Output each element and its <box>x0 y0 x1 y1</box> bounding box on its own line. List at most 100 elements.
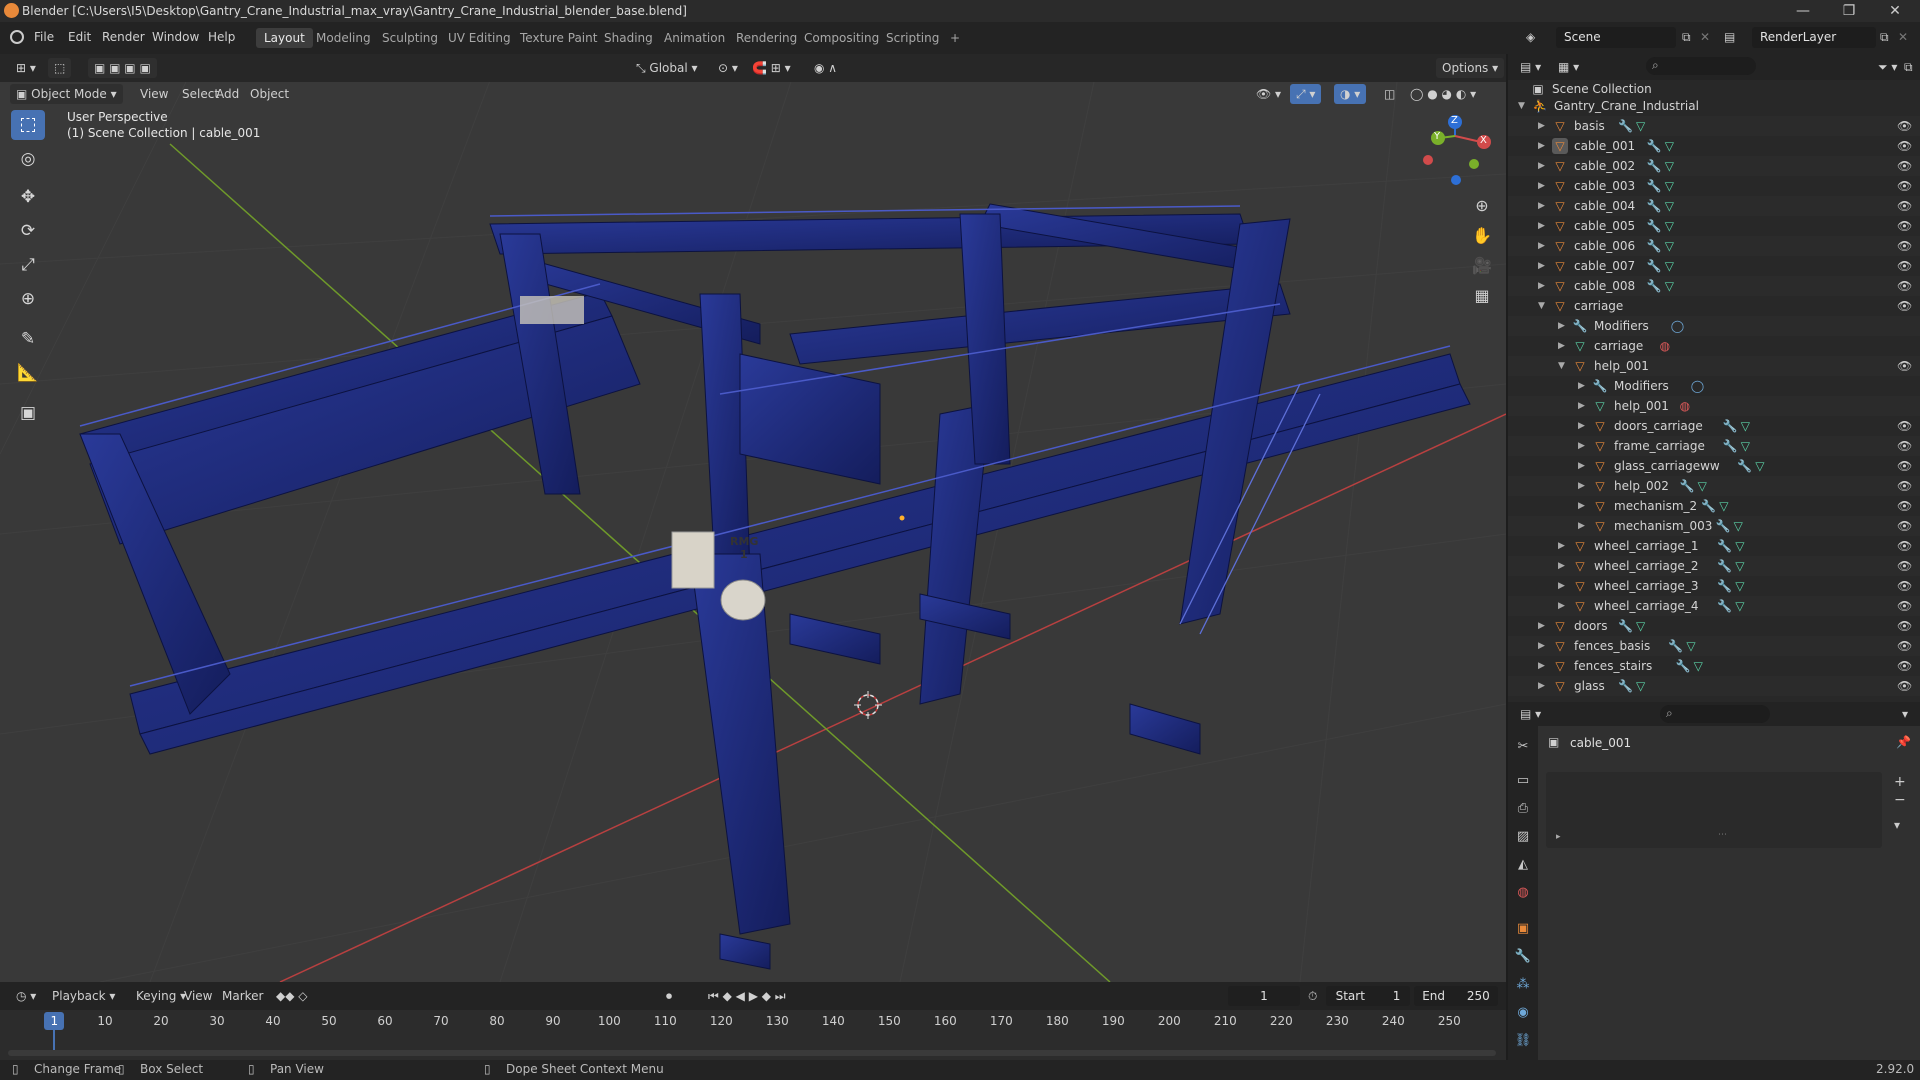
new-view-layer-icon[interactable]: ⧉ <box>1880 30 1889 45</box>
collapsed-arrow-icon[interactable]: ▶ <box>1538 636 1545 656</box>
collapsed-arrow-icon[interactable]: ▶ <box>1578 496 1585 516</box>
gizmo-toggle-icon[interactable]: ⤢ ▾ <box>1290 84 1322 104</box>
visibility-eye-icon[interactable]: 👁 <box>1897 676 1912 696</box>
expanded-arrow-icon[interactable]: ▼ <box>1558 356 1565 376</box>
tab-rendering[interactable]: Rendering <box>728 28 805 48</box>
collapsed-arrow-icon[interactable]: ▶ <box>1558 596 1565 616</box>
start-frame-field[interactable]: Start 1 <box>1326 986 1410 1006</box>
tab-output[interactable]: ⎙ <box>1512 798 1534 820</box>
outliner-row[interactable]: ▶ ▽ carriage ◍ <box>1508 336 1920 356</box>
outliner-row[interactable]: ▶ ▽ fences_stairs 🔧 ▽ 👁 <box>1508 656 1920 676</box>
proportional-edit-toggle[interactable]: ◉ ∧ <box>808 58 843 78</box>
modifier-wrench-icon[interactable]: 🔧 <box>1723 436 1738 456</box>
shading-modes-icons[interactable]: ◯ ● ◕ ◐ ▾ <box>1404 84 1482 104</box>
overlay-toggle-icon[interactable]: ◑ ▾ <box>1334 84 1367 104</box>
outliner-row[interactable]: ▶ ▽ cable_004 🔧 ▽ 👁 <box>1508 196 1920 216</box>
outliner-row[interactable]: ▶ 🔧 Modifiers ◯ <box>1508 376 1920 396</box>
mesh-data-icon[interactable]: ▽ <box>1665 276 1674 296</box>
options-dropdown[interactable]: Options ▾ <box>1436 58 1505 78</box>
visibility-eye-icon[interactable]: 👁 <box>1897 356 1912 376</box>
maximize-button[interactable]: ❐ <box>1826 0 1872 22</box>
select-mode-icons[interactable]: ▣ ▣ ▣ ▣ <box>88 58 157 78</box>
mesh-data-icon[interactable]: ▽ <box>1698 476 1707 496</box>
modifier-wrench-icon[interactable]: 🔧 <box>1647 256 1662 276</box>
modifier-wrench-icon[interactable]: 🔧 <box>1647 156 1662 176</box>
resize-handle-icon[interactable]: ⋯ <box>1718 830 1727 840</box>
gizmo-x-label[interactable]: X <box>1480 135 1487 146</box>
modifier-wrench-icon[interactable]: 🔧 <box>1716 516 1731 536</box>
outliner-row[interactable]: ▶ ▽ doors_carriage 🔧 ▽ 👁 <box>1508 416 1920 436</box>
record-icon[interactable]: ⏺ <box>660 986 678 1006</box>
mesh-data-icon[interactable]: ▽ <box>1735 576 1744 596</box>
collapsed-arrow-icon[interactable]: ▶ <box>1538 136 1545 156</box>
outliner-row[interactable]: ▶ ▽ doors 🔧 ▽ 👁 <box>1508 616 1920 636</box>
visibility-eye-icon[interactable]: 👁 <box>1897 656 1912 676</box>
collapsed-arrow-icon[interactable]: ▶ <box>1558 556 1565 576</box>
outliner-row[interactable]: ▶ ▽ cable_008 🔧 ▽ 👁 <box>1508 276 1920 296</box>
modifier-wrench-icon[interactable]: 🔧 <box>1737 456 1752 476</box>
modifier-wrench-icon[interactable]: 🔧 <box>1723 416 1738 436</box>
visibility-eye-icon[interactable]: 👁 <box>1897 536 1912 556</box>
menu-help[interactable]: Help <box>208 30 235 44</box>
zoom-button[interactable]: ⊕ <box>1470 194 1494 218</box>
outliner-editor-type[interactable]: ▤ ▾ <box>1514 57 1547 77</box>
mesh-data-icon[interactable]: ▽ <box>1734 516 1743 536</box>
collapsed-arrow-icon[interactable]: ▶ <box>1538 676 1545 696</box>
tool-select-icon[interactable]: ⬚ <box>48 58 72 78</box>
blender-menu-icon[interactable] <box>10 30 24 44</box>
tab-layout[interactable]: Layout <box>256 28 313 48</box>
slot-specials-button[interactable]: ▾ <box>1894 818 1900 832</box>
collapsed-arrow-icon[interactable]: ▶ <box>1578 516 1585 536</box>
mesh-data-icon[interactable]: ▽ <box>1636 676 1645 696</box>
collapsed-arrow-icon[interactable]: ▶ <box>1538 156 1545 176</box>
collapsed-arrow-icon[interactable]: ▶ <box>1578 396 1585 416</box>
modifier-wrench-icon[interactable]: 🔧 <box>1647 216 1662 236</box>
view-layer-selector[interactable]: RenderLayer <box>1752 27 1876 48</box>
outliner-row[interactable]: ▼ ▽ help_001 👁 <box>1508 356 1920 376</box>
outliner-row[interactable]: ▼ ⛹ Gantry_Crane_Industrial <box>1508 96 1920 116</box>
pin-icon[interactable]: 📌 <box>1896 735 1911 749</box>
visibility-eye-icon[interactable]: 👁 <box>1897 156 1912 176</box>
mesh-data-icon[interactable]: ▽ <box>1755 456 1764 476</box>
outliner-search-input[interactable]: ⌕ <box>1646 57 1756 75</box>
annotate-tool[interactable]: ✎ <box>11 324 45 354</box>
delete-view-layer-icon[interactable]: ✕ <box>1898 30 1908 44</box>
mesh-data-icon[interactable]: ▽ <box>1636 116 1645 136</box>
modifier-ring-icon[interactable]: ◯ <box>1691 376 1704 396</box>
modifier-wrench-icon[interactable]: 🔧 <box>1680 476 1695 496</box>
tab-scene[interactable]: ◭ <box>1512 854 1534 876</box>
menu-render[interactable]: Render <box>102 30 145 44</box>
properties-options-chevron[interactable]: ▾ <box>1896 704 1914 724</box>
current-frame-field[interactable]: 1 <box>1228 986 1300 1006</box>
menu-object[interactable]: Object <box>244 84 295 104</box>
rotate-tool[interactable]: ⟳ <box>11 216 45 246</box>
visibility-eye-icon[interactable]: 👁 <box>1897 556 1912 576</box>
menu-window[interactable]: Window <box>152 30 199 44</box>
expanded-arrow-icon[interactable]: ▼ <box>1518 96 1525 116</box>
outliner-row[interactable]: ▶ 🔧 Modifiers ◯ <box>1508 316 1920 336</box>
modifier-wrench-icon[interactable]: 🔧 <box>1701 496 1716 516</box>
camera-view-button[interactable]: 🎥 <box>1470 254 1494 278</box>
collapsed-arrow-icon[interactable]: ▶ <box>1578 456 1585 476</box>
properties-search-input[interactable]: ⌕ <box>1660 705 1770 723</box>
mesh-data-icon[interactable]: ▽ <box>1735 536 1744 556</box>
visibility-eye-icon[interactable]: 👁 <box>1897 236 1912 256</box>
snap-toggle[interactable]: 🧲 ⊞ ▾ <box>746 58 797 78</box>
stopwatch-icon[interactable]: ⏱ <box>1308 989 1317 1004</box>
visibility-eye-icon[interactable]: 👁 <box>1897 476 1912 496</box>
visibility-eye-icon[interactable]: 👁 <box>1897 516 1912 536</box>
scale-tool[interactable]: ⤢ <box>11 250 45 280</box>
collapsed-arrow-icon[interactable]: ▶ <box>1538 276 1545 296</box>
outliner-row[interactable]: ▶ ▽ frame_carriage 🔧 ▽ 👁 <box>1508 436 1920 456</box>
mesh-data-icon[interactable]: ▽ <box>1665 156 1674 176</box>
cursor-tool[interactable]: ◎ <box>11 144 45 174</box>
collapsed-arrow-icon[interactable]: ▶ <box>1538 116 1545 136</box>
modifier-wrench-icon[interactable]: 🔧 <box>1647 136 1662 156</box>
modifier-wrench-icon[interactable]: 🔧 <box>1618 616 1633 636</box>
modifier-ring-icon[interactable]: ◯ <box>1671 316 1684 336</box>
outliner-row[interactable]: ▶ ▽ wheel_carriage_1 🔧 ▽ 👁 <box>1508 536 1920 556</box>
visibility-icon[interactable]: 👁 ▾ <box>1250 84 1287 104</box>
outliner-row[interactable]: ▶ ▽ cable_001 🔧 ▽ 👁 <box>1508 136 1920 156</box>
material-sphere-icon[interactable]: ◍ <box>1680 396 1690 416</box>
collapsed-arrow-icon[interactable]: ▶ <box>1558 536 1565 556</box>
